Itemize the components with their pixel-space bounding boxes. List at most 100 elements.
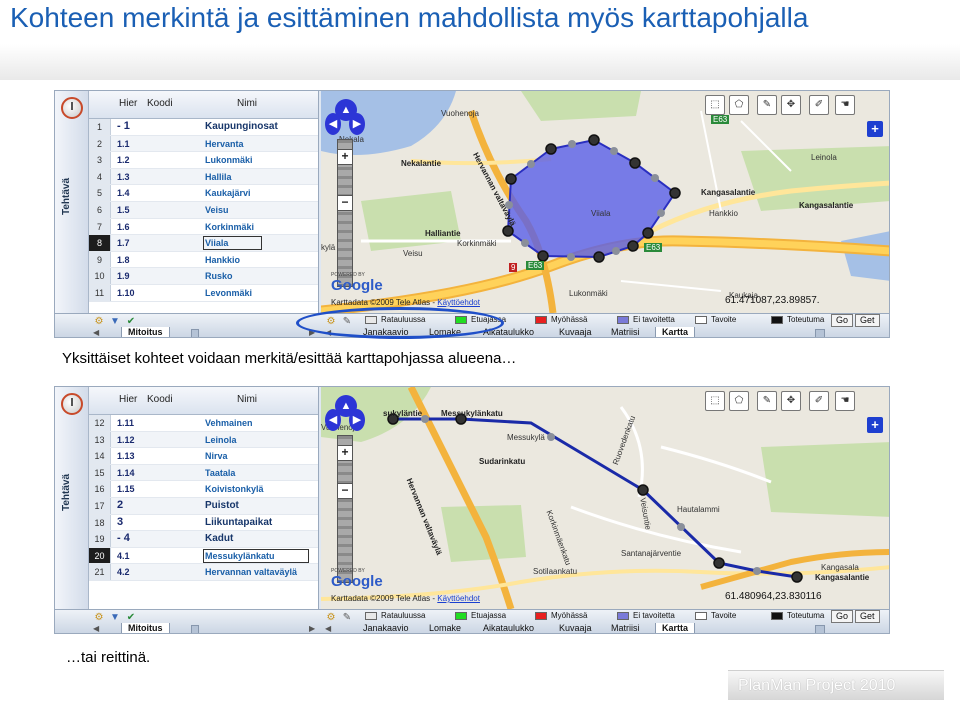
row-number[interactable]: 1 [89,119,111,135]
table-row[interactable]: 7 1.6 Korkinmäki [89,218,318,236]
vertical-tab-tehtava[interactable]: Tehtävä [61,474,72,511]
tab-matriisi[interactable]: Matriisi [611,327,640,337]
row-number[interactable]: 4 [89,168,111,185]
tab-janakaavio[interactable]: Janakaavio [363,623,409,633]
pan-right-icon[interactable]: ▶ [349,113,365,135]
zoom-out-icon[interactable]: − [337,195,353,211]
row-number[interactable]: 12 [89,415,111,431]
pan-left-icon[interactable]: ◀ [325,113,341,135]
table-row[interactable]: 12 1.11 Vehmainen [89,415,318,432]
lasso-icon[interactable]: ⬚ [705,95,725,115]
map-tool-icon[interactable]: ✎ [341,316,353,328]
tab-mitoitus[interactable]: Mitoitus [121,327,170,337]
edit-icon[interactable]: ✐ [809,95,829,115]
row-number[interactable]: 15 [89,464,111,481]
map-terms-link[interactable]: Käyttöehdot [437,594,480,603]
table-row[interactable]: 14 1.13 Nirva [89,448,318,465]
go-button[interactable]: Go [831,610,854,623]
tab-mitoitus[interactable]: Mitoitus [121,623,170,633]
clock-logo-icon[interactable] [61,393,83,415]
clock-logo-icon[interactable] [61,97,83,119]
scroll-left-icon[interactable]: ◀ [93,328,103,337]
table-row[interactable]: 6 1.5 Veisu [89,201,318,219]
map-wrench-icon[interactable]: ⚙ [325,612,337,624]
table-row[interactable]: 4 1.3 Hallila [89,168,318,186]
go-button[interactable]: Go [831,314,854,327]
google-logo[interactable]: Google [331,277,383,294]
pan-right-icon[interactable]: ▶ [349,409,365,431]
map-tabs-scrollbar-thumb[interactable] [815,625,825,633]
move-icon[interactable]: ✥ [781,391,801,411]
table-row[interactable]: 17 2 Puistot [89,497,318,515]
zoom-out-icon[interactable]: − [337,483,353,499]
tab-lomake[interactable]: Lomake [429,327,461,337]
row-number[interactable]: 3 [89,152,111,168]
table-row[interactable]: 20 4.1 Messukylänkatu [89,547,318,565]
row-number[interactable]: 13 [89,431,111,448]
table-row[interactable]: 2 1.1 Hervanta [89,135,318,153]
column-header-hier[interactable]: Hier [119,98,137,109]
google-logo[interactable]: Google [331,573,383,590]
table-row[interactable]: 16 1.15 Koivistonkylä [89,481,318,498]
pencil-icon[interactable]: ✎ [757,95,777,115]
tab-kartta[interactable]: Kartta [655,623,696,633]
map-tabs-scroll-left-icon[interactable]: ◀ [325,624,335,633]
zoom-in-icon[interactable]: + [337,445,353,461]
lasso-icon[interactable]: ⬚ [705,391,725,411]
table-row[interactable]: 13 1.12 Leinola [89,431,318,449]
move-icon[interactable]: ✥ [781,95,801,115]
tab-lomake[interactable]: Lomake [429,623,461,633]
scroll-left-icon[interactable]: ◀ [93,624,103,633]
row-number[interactable]: 18 [89,514,111,531]
tab-aikataulukko[interactable]: Aikataulukko [483,623,534,633]
wrench-icon[interactable]: ⚙ [93,316,105,328]
table-row[interactable]: 11 1.10 Levonmäki [89,284,318,302]
map-view[interactable]: Vuohenoja kylä Nekala Nekalantie Hervann… [321,91,889,313]
row-number[interactable]: 2 [89,135,111,152]
pan-left-icon[interactable]: ◀ [325,409,341,431]
column-header-koodi[interactable]: Koodi [147,394,173,405]
row-number[interactable]: 6 [89,201,111,218]
add-icon[interactable]: + [867,417,883,433]
table-row[interactable]: 5 1.4 Kaukajärvi [89,185,318,202]
get-button[interactable]: Get [855,314,880,327]
filter-icon[interactable]: ▼ [109,612,121,624]
row-number[interactable]: 5 [89,185,111,201]
map-view[interactable]: sukyläntie Messukylänkatu Vuohenoja Mess… [321,387,889,609]
grid-scrollbar-thumb[interactable] [191,329,199,337]
table-row[interactable]: 21 4.2 Hervannan valtaväylä [89,564,318,581]
polygon-icon[interactable]: ⬠ [729,95,749,115]
hand-icon[interactable]: ☚ [835,95,855,115]
get-button[interactable]: Get [855,610,880,623]
row-number[interactable]: 11 [89,284,111,301]
table-row[interactable]: 1 - 1 Kaupunginosat [89,119,318,136]
column-header-hier[interactable]: Hier [119,394,137,405]
grid-scrollbar-thumb[interactable] [191,625,199,633]
row-number[interactable]: 10 [89,268,111,284]
tab-aikataulukko[interactable]: Aikataulukko [483,327,534,337]
column-header-nimi[interactable]: Nimi [237,98,257,109]
hand-icon[interactable]: ☚ [835,391,855,411]
tab-matriisi[interactable]: Matriisi [611,623,640,633]
add-icon[interactable]: + [867,121,883,137]
map-tabs-scrollbar-thumb[interactable] [815,329,825,337]
tab-kuvaaja[interactable]: Kuvaaja [559,327,592,337]
row-number[interactable]: 9 [89,251,111,268]
column-header-koodi[interactable]: Koodi [147,98,173,109]
row-number[interactable]: 14 [89,448,111,464]
row-number[interactable]: 17 [89,497,111,514]
map-tabs-scroll-left-icon[interactable]: ◀ [325,328,335,337]
map-tool-icon[interactable]: ✎ [341,612,353,624]
table-row[interactable]: 9 1.8 Hankkio [89,251,318,269]
table-row[interactable]: 8 1.7 Viiala [89,235,318,252]
row-number[interactable]: 16 [89,481,111,497]
table-row[interactable]: 3 1.2 Lukonmäki [89,152,318,169]
scroll-right-icon[interactable]: ▶ [309,624,319,633]
pencil-icon[interactable]: ✎ [757,391,777,411]
wrench-icon[interactable]: ⚙ [93,612,105,624]
row-number[interactable]: 20 [89,547,111,564]
row-number[interactable]: 7 [89,218,111,235]
table-row[interactable]: 19 - 4 Kadut [89,531,318,548]
vertical-tab-tehtava[interactable]: Tehtävä [61,178,72,215]
filter-icon[interactable]: ▼ [109,316,121,328]
